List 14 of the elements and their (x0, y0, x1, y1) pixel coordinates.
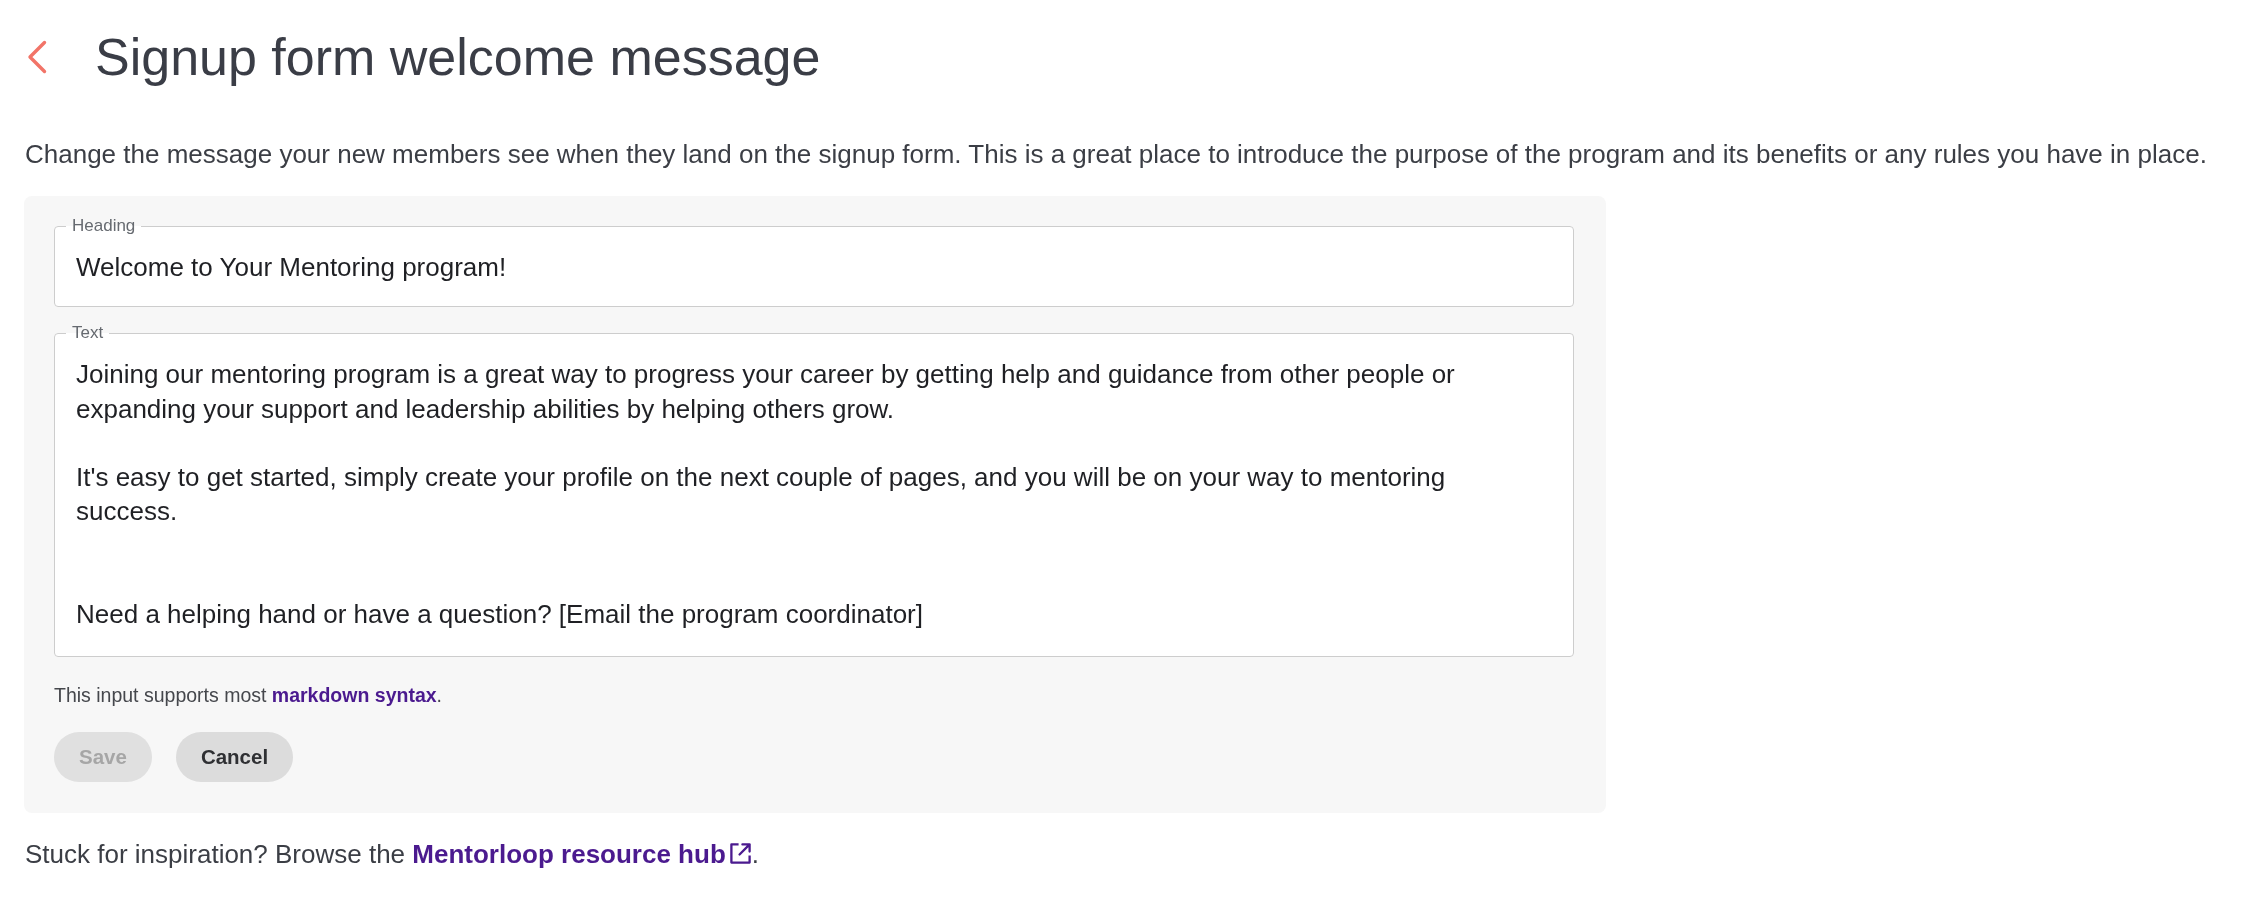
page-description: Change the message your new members see when they land on the signup form. This is a great place to introduce the purpose of the program and its benefits or any rules you have in place. (25, 138, 2208, 170)
text-area[interactable]: Text Joining our mentoring program is a great way to progress your career by getting help and guidance from other people or expanding your support and leadership abilities by helping others grow. It's easy to get started, simply create your profile on the next couple of pages, and you will be on your way to mentoring success. Need a helping hand or have a question? [Email the program coordinator] (54, 323, 1574, 657)
markdown-syntax-link[interactable]: markdown syntax (271, 683, 437, 706)
chevron-left-icon (27, 40, 47, 74)
resource-hub-link[interactable]: Mentorloop resource hub (412, 838, 752, 869)
markdown-hint: This input supports most markdown syntax. (54, 683, 443, 706)
cancel-button[interactable]: Cancel (175, 731, 294, 782)
text-input[interactable]: Heading Welcome to Your Mentoring program! (54, 216, 1574, 308)
field-label: Text (71, 323, 105, 344)
back-button[interactable] (27, 40, 47, 74)
external-link-icon (728, 841, 752, 865)
field-label: Heading (71, 216, 137, 236)
page-title: Signup form welcome message (95, 27, 821, 88)
footer-text: Stuck for inspiration? Browse the Mentorloop resource hub . (25, 837, 760, 870)
